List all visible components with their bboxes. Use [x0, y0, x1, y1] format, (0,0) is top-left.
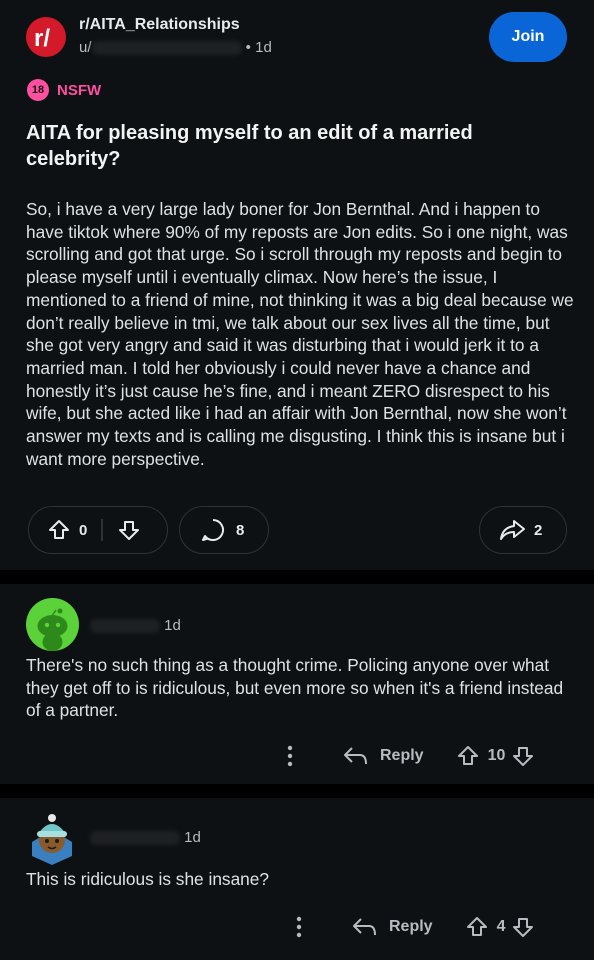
reply-arrow-icon[interactable] — [342, 745, 368, 767]
comment-author: 1d — [90, 829, 201, 846]
comment-card: 1d There's no such thing as a thought cr… — [0, 584, 594, 784]
comment-age: 1d — [164, 617, 181, 634]
join-button[interactable]: Join — [489, 12, 567, 62]
custom-avatar[interactable] — [26, 812, 79, 865]
downvote-icon[interactable] — [117, 518, 141, 542]
subreddit-avatar[interactable]: r/ — [26, 17, 66, 57]
reply-arrow-icon[interactable] — [351, 916, 377, 938]
author-prefix[interactable]: u/ — [79, 39, 92, 56]
more-options-icon[interactable] — [282, 745, 298, 767]
comment-text: This is ridiculous is she insane? — [26, 869, 270, 889]
comment-vote-count: 4 — [496, 918, 506, 935]
redacted-username — [91, 41, 242, 56]
post-age: 1d — [255, 39, 272, 56]
comment-author: 1d — [90, 617, 181, 634]
share-icon — [498, 518, 526, 542]
reply-button[interactable]: Reply — [389, 918, 433, 936]
snoo-avatar[interactable] — [26, 598, 79, 651]
snoo-icon — [37, 608, 68, 651]
nsfw-18-icon: 18 — [27, 79, 49, 101]
post-byline: u/ • 1d — [79, 39, 272, 56]
comment-actions: Reply 4 — [291, 915, 535, 939]
share-button[interactable]: 2 — [479, 506, 567, 554]
comment-text: There's no such thing as a thought crime… — [26, 655, 564, 721]
comment-count: 8 — [236, 521, 245, 539]
comment-bubble-icon — [200, 517, 226, 543]
post-card: r/ r/AITA_Relationships u/ • 1d Join 18 … — [0, 0, 594, 570]
comment-actions: Reply 10 — [282, 744, 535, 768]
comment-card: 1d This is ridiculous is she insane? Rep… — [0, 798, 594, 960]
nsfw-tag: 18 NSFW — [27, 79, 101, 101]
beanie-avatar-icon — [32, 814, 72, 865]
downvote-icon[interactable] — [511, 744, 535, 768]
comment-age: 1d — [184, 829, 201, 846]
vote-count: 0 — [79, 521, 88, 539]
subreddit-name[interactable]: r/AITA_Relationships — [79, 16, 240, 34]
more-options-icon[interactable] — [291, 916, 307, 938]
comments-button[interactable]: 8 — [179, 506, 269, 554]
redacted-username[interactable] — [90, 831, 180, 846]
comment-vote-count: 10 — [487, 747, 506, 764]
vote-divider — [101, 519, 103, 541]
vote-pill: 0 — [28, 506, 168, 554]
downvote-icon[interactable] — [511, 915, 535, 939]
post-title[interactable]: AITA for pleasing myself to an edit of a… — [26, 120, 566, 172]
nsfw-label: NSFW — [57, 81, 102, 99]
post-body: So, i have a very large lady boner for J… — [26, 199, 574, 469]
upvote-icon[interactable] — [456, 744, 480, 768]
subreddit-logo-icon: r/ — [34, 25, 50, 52]
upvote-icon[interactable] — [47, 518, 71, 542]
upvote-icon[interactable] — [465, 915, 489, 939]
redacted-username[interactable] — [90, 619, 160, 634]
reply-button[interactable]: Reply — [380, 747, 424, 765]
svg-text:r/: r/ — [34, 25, 50, 52]
share-count: 2 — [534, 521, 543, 539]
